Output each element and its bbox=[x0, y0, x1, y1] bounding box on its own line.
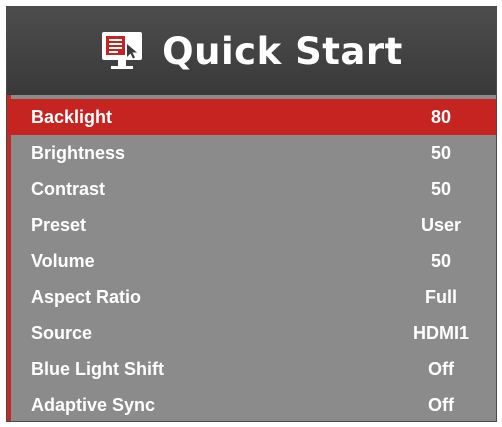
menu-item-value: Full bbox=[425, 287, 457, 307]
monitor-cursor-icon bbox=[102, 32, 143, 69]
menu-item-adaptive-sync[interactable]: Adaptive Sync Off bbox=[7, 387, 496, 421]
menu-item-label: Brightness bbox=[31, 143, 126, 163]
menu-item-value: HDMI1 bbox=[412, 323, 469, 343]
osd-panel: Quick Start Backlight 80 Brightness 50 C… bbox=[6, 6, 497, 422]
menu-item-value: Off bbox=[428, 395, 454, 415]
menu-item-preset[interactable]: Preset User bbox=[7, 207, 496, 243]
menu-item-label: Blue Light Shift bbox=[31, 359, 164, 379]
menu-item-backlight[interactable]: Backlight 80 bbox=[7, 99, 496, 135]
menu-item-label: Preset bbox=[31, 215, 87, 235]
menu-item-label: Backlight bbox=[31, 107, 113, 127]
menu-item-value: 50 bbox=[430, 251, 452, 271]
osd-header: Quick Start bbox=[7, 7, 496, 95]
menu-item-blue-light-shift[interactable]: Blue Light Shift Off bbox=[7, 351, 496, 387]
menu-item-value: Off bbox=[428, 359, 454, 379]
menu-item-volume[interactable]: Volume 50 bbox=[7, 243, 496, 279]
menu-item-label: Source bbox=[31, 323, 93, 343]
page-title: Quick Start bbox=[162, 29, 403, 73]
menu-item-label: Volume bbox=[31, 251, 95, 271]
settings-menu: Backlight 80 Brightness 50 Contrast 50 P… bbox=[7, 99, 496, 421]
menu-item-value: 50 bbox=[430, 143, 452, 163]
menu-item-value: 80 bbox=[430, 107, 452, 127]
menu-item-label: Adaptive Sync bbox=[31, 395, 156, 415]
menu-item-label: Contrast bbox=[31, 179, 106, 199]
menu-item-value: 50 bbox=[430, 179, 452, 199]
menu-item-label: Aspect Ratio bbox=[31, 287, 142, 307]
menu-item-contrast[interactable]: Contrast 50 bbox=[7, 171, 496, 207]
menu-item-brightness[interactable]: Brightness 50 bbox=[7, 135, 496, 171]
menu-item-source[interactable]: Source HDMI1 bbox=[7, 315, 496, 351]
menu-item-value: User bbox=[420, 215, 462, 235]
menu-item-aspect-ratio[interactable]: Aspect Ratio Full bbox=[7, 279, 496, 315]
